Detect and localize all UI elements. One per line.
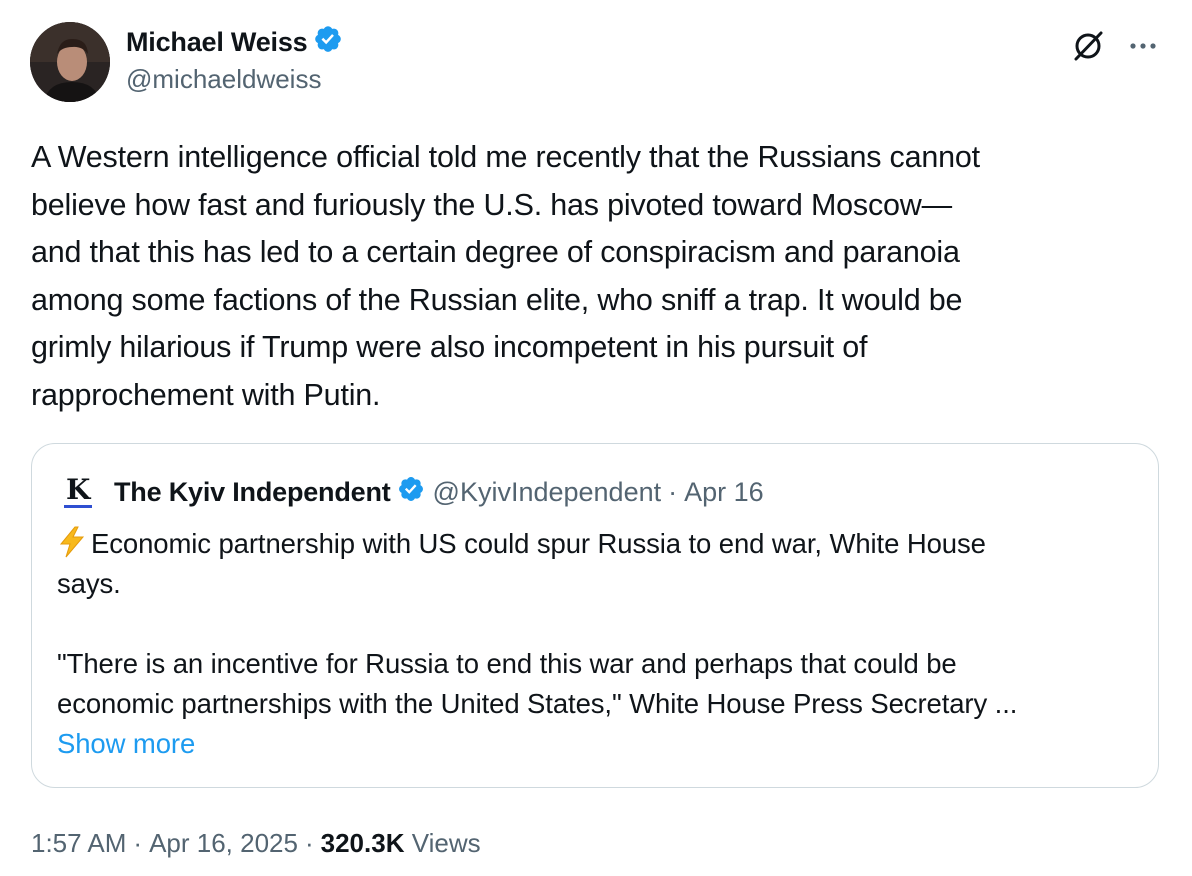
quoted-tweet-text: Economic partnership with US could spur … [57,524,1137,764]
quoted-tweet-date[interactable]: Apr 16 [684,477,764,508]
quoted-text-line: "There is an incentive for Russia to end… [57,648,957,679]
lightning-bolt-icon [57,526,87,569]
separator-dot: · [668,476,678,507]
tweet-time[interactable]: 1:57 AM [31,828,126,858]
author-name-text[interactable]: Michael Weiss [126,27,308,58]
tweet-text: A Western intelligence official told me … [31,134,1171,419]
more-options-icon[interactable] [1123,26,1163,66]
verified-badge-icon [397,475,425,510]
kyiv-independent-logo-icon[interactable]: K [62,473,96,509]
quoted-tweet-header: K The Kyiv Independent @KyivIndependent … [62,473,764,510]
quoted-author-handle[interactable]: @KyivIndependent [433,477,662,508]
quoted-text-line: says. [57,568,121,599]
tweet-date[interactable]: Apr 16, 2025 [149,828,298,858]
views-label: Views [411,828,481,858]
separator-dot: · [304,828,314,858]
show-more-link[interactable]: Show more [57,724,1137,764]
tweet-text-line: grimly hilarious if Trump were also inco… [31,330,868,364]
tweet-meta: 1:57 AM · Apr 16, 2025 · 320.3K Views [31,828,481,859]
quoted-text-line-1: Economic partnership with US could spur … [91,528,986,559]
verified-badge-icon [313,24,343,61]
author-handle[interactable]: @michaeldweiss [126,64,321,95]
logo-underline [64,505,92,508]
tweet-text-line: A Western intelligence official told me … [31,140,980,174]
views-count: 320.3K [320,828,405,858]
separator-dot: · [133,828,143,858]
quoted-text-line: economic partnerships with the United St… [57,688,1018,719]
grok-icon[interactable] [1068,26,1108,66]
quoted-author-name[interactable]: The Kyiv Independent [114,477,391,508]
avatar[interactable] [30,22,110,102]
tweet-text-line: and that this has led to a certain degre… [31,235,960,269]
tweet-text-line: among some factions of the Russian elite… [31,282,963,317]
tweet-text-line: believe how fast and furiously the U.S. … [31,187,952,222]
avatar-photo [30,22,110,102]
logo-letter: K [66,473,91,506]
author-name[interactable]: Michael Weiss [126,24,343,61]
quoted-tweet-card[interactable]: K The Kyiv Independent @KyivIndependent … [31,443,1159,788]
tweet-text-line: rapprochement with Putin. [31,377,381,412]
quoted-text-line: Economic partnership with US could spur … [57,524,1137,564]
